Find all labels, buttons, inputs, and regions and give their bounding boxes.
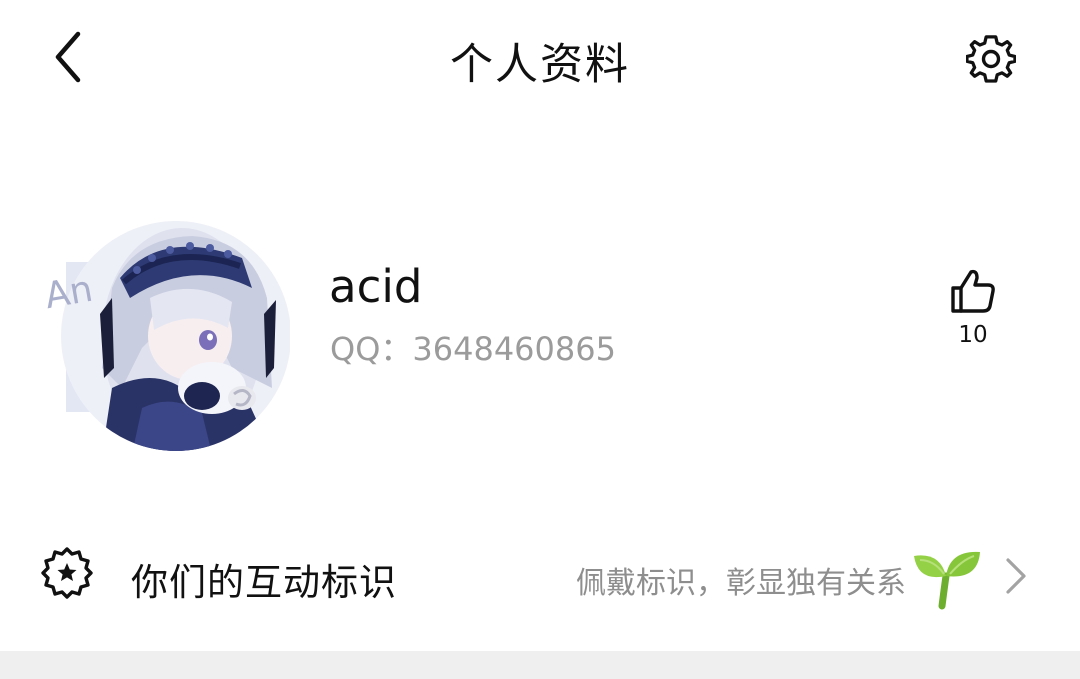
star-badge-icon [41,547,93,599]
nickname: acid [329,260,423,313]
interaction-badge-hint: 佩戴标识，彰显独有关系 [576,566,906,601]
sprout-icon [914,551,980,610]
page-title: 个人资料 [450,40,630,90]
interaction-badge-label: 你们的互动标识 [131,561,397,604]
like-count: 10 [958,322,988,348]
settings-button[interactable] [962,30,1020,88]
interaction-badge-row[interactable]: 你们的互动标识 佩戴标识，彰显独有关系 [0,520,1080,638]
thumbs-up-icon [951,269,995,313]
like-button[interactable]: 10 [930,268,1016,358]
chevron-right-icon [1006,558,1026,594]
top-bar: 个人资料 [0,0,1080,118]
profile-card: An acid QQ：3648460865 10 [0,200,1080,480]
gear-icon [966,35,1016,83]
qq-number: QQ：3648460865 [330,330,616,368]
avatar[interactable]: An [42,218,290,454]
avatar-watermark-text: An [42,269,96,318]
section-divider [0,651,1080,679]
